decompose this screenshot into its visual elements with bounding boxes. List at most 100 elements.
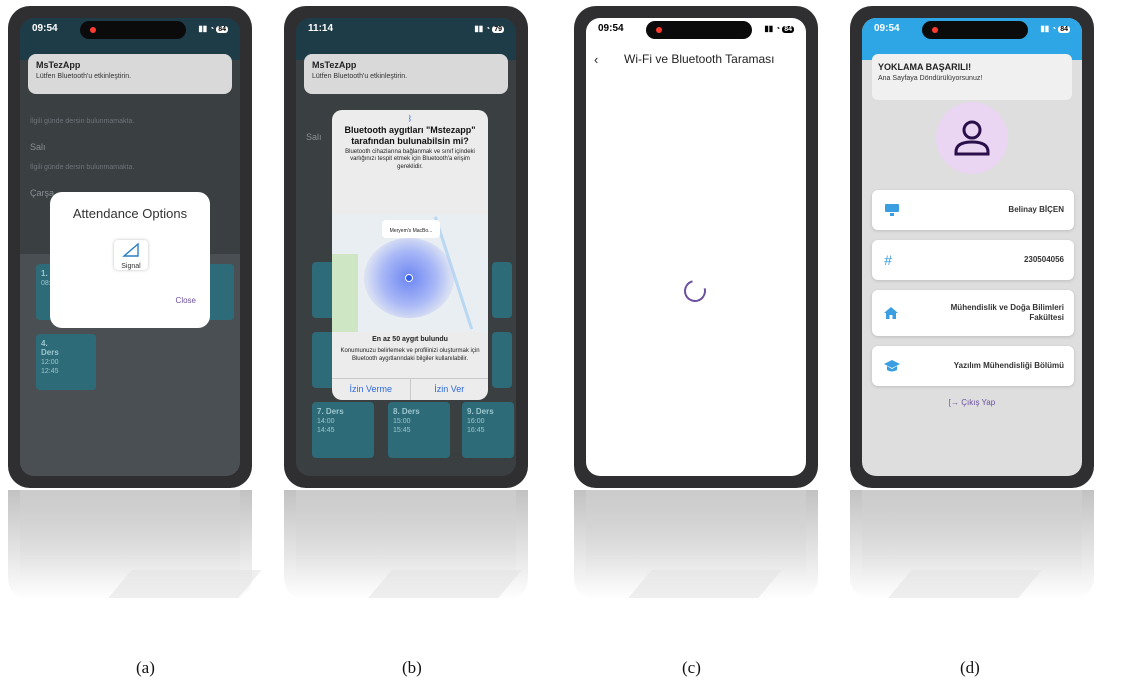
dialog-button-row: İzin Verme İzin Ver	[332, 378, 488, 400]
logout-button[interactable]: [→ Çıkış Yap	[862, 398, 1082, 407]
lesson-tile[interactable]	[492, 262, 512, 318]
phone-c-frame: 09:54 ▮▮ ◔ 84 ‹ Wi-Fi ve Bluetooth Tarama…	[574, 6, 818, 488]
battery-icon: 79	[492, 25, 504, 33]
signal-wifi-icon: ▮▮ ◔	[474, 23, 491, 33]
map-device-pin: Meryem's MacBo...	[382, 220, 440, 238]
empty-day-text: İlgili günde dersin bulunmamakta.	[30, 118, 135, 125]
phone-b-frame: 11:14 ▮▮ ◔ 79 MsTezApp Lütfen Bluetooth'u…	[284, 6, 528, 488]
status-icons: ▮▮ ◔ 84	[1040, 23, 1070, 34]
close-button[interactable]: Close	[176, 296, 196, 305]
signal-button[interactable]: Signal	[114, 240, 148, 270]
department-card: Yazılım Mühendisliği Bölümü	[872, 346, 1074, 386]
floor-watermark	[0, 560, 1122, 650]
hash-icon: #	[884, 252, 892, 268]
lesson-title: 8. Ders	[393, 407, 420, 416]
caption-d: (d)	[960, 658, 980, 677]
person-icon	[954, 120, 990, 156]
graduation-cap-icon	[884, 360, 900, 372]
lesson-end: 14:45	[317, 426, 335, 434]
lesson-tile[interactable]: 9. Ders 16:00 16:45	[462, 402, 514, 458]
dynamic-island	[646, 21, 752, 39]
lesson-end: 12:45	[41, 367, 59, 375]
status-icons: ▮▮ ◔ 79	[474, 23, 504, 34]
lesson-start: 16:00	[467, 418, 485, 425]
loading-spinner-icon	[679, 275, 711, 307]
lesson-tile[interactable]: 4. Ders 12:00 12:45	[36, 334, 96, 390]
lesson-tile[interactable]	[492, 332, 512, 388]
department-name: Yazılım Mühendisliği Bölümü	[953, 360, 1064, 370]
notification-title: MsTezApp	[36, 60, 81, 70]
bluetooth-permission-dialog: ᛒ Bluetooth aygıtları "Mstezapp" tarafın…	[332, 110, 488, 400]
battery-icon: 84	[782, 25, 794, 33]
device-location-map: Meryem's MacBo...	[332, 214, 488, 332]
lesson-title: 7. Ders	[317, 407, 344, 416]
id-card-icon	[885, 204, 899, 216]
lesson-start: 14:00	[317, 418, 335, 425]
status-icons: ▮▮ ◔ 84	[198, 23, 228, 34]
back-arrow-icon[interactable]: ‹	[594, 52, 598, 67]
allow-button[interactable]: İzin Ver	[411, 379, 489, 400]
lesson-title: 9. Ders	[467, 407, 494, 416]
empty-day-text: İlgili günde dersin bulunmamakta.	[30, 164, 135, 171]
name-card: Belinay BİÇEN	[872, 190, 1074, 230]
logout-icon: [→	[948, 398, 960, 407]
notification-banner[interactable]: MsTezApp Lütfen Bluetooth'u etkinleştiri…	[28, 54, 232, 94]
phone-b-screen: 11:14 ▮▮ ◔ 79 MsTezApp Lütfen Bluetooth'u…	[296, 18, 516, 476]
recording-dot-icon	[90, 27, 96, 33]
status-time: 09:54	[874, 22, 900, 34]
modal-title: Attendance Options	[72, 206, 188, 221]
lesson-start: 15:00	[393, 418, 411, 425]
signal-wifi-icon: ▮▮ ◔	[764, 23, 781, 33]
day-label-sali: Salı	[30, 142, 46, 152]
location-dot-icon	[405, 274, 413, 282]
lesson-tile[interactable]: 8. Ders 15:00 15:45	[388, 402, 450, 458]
phone-a-frame: 09:54 ▮▮ ◔ 84 MsTezApp Lütfen Bluetooth'u…	[8, 6, 252, 488]
signal-wifi-icon: ▮▮ ◔	[198, 23, 215, 33]
phone-c-screen: 09:54 ▮▮ ◔ 84 ‹ Wi-Fi ve Bluetooth Tarama…	[586, 18, 806, 476]
faculty-card: Mühendislik ve Doğa Bilimleri Fakültesi	[872, 290, 1074, 336]
dialog-title: Bluetooth aygıtları "Mstezapp" tarafında…	[344, 125, 476, 146]
status-bar: 11:14 ▮▮ ◔ 79	[296, 18, 516, 38]
notification-body: Lütfen Bluetooth'u etkinleştirin.	[36, 73, 132, 80]
notification-banner[interactable]: MsTezApp Lütfen Bluetooth'u etkinleştiri…	[304, 54, 508, 94]
phone-d-screen: 09:54 ▮▮ ◔ 84 YOKLAMA BAŞARILI! Ana Sayfa…	[862, 18, 1082, 476]
battery-icon: 84	[1058, 25, 1070, 33]
toast-title: YOKLAMA BAŞARILI!	[878, 62, 972, 72]
notification-body: Lütfen Bluetooth'u etkinleştirin.	[312, 73, 408, 80]
status-time: 09:54	[32, 22, 58, 34]
phone-a-screen: 09:54 ▮▮ ◔ 84 MsTezApp Lütfen Bluetooth'u…	[20, 18, 240, 476]
lesson-title: 4.	[41, 339, 48, 348]
bluetooth-icon: ᛒ	[407, 114, 413, 123]
notification-title: MsTezApp	[312, 60, 357, 70]
signal-label: Signal	[121, 263, 141, 270]
page-title: Wi-Fi ve Bluetooth Taraması	[624, 52, 775, 66]
avatar	[936, 102, 1008, 174]
dynamic-island	[922, 21, 1028, 39]
caption-c: (c)	[682, 658, 701, 677]
deny-button[interactable]: İzin Verme	[332, 379, 411, 400]
status-time: 11:14	[308, 22, 334, 34]
lesson-start: 12:00	[41, 359, 59, 366]
dynamic-island	[80, 21, 186, 39]
status-icons: ▮▮ ◔ 84	[764, 23, 794, 34]
student-number: 230504056	[1023, 254, 1064, 264]
dialog-description: Bluetooth cihazlarına bağlanmak ve sınıf…	[345, 148, 475, 170]
status-time: 09:54	[598, 22, 624, 34]
logout-label: Çıkış Yap	[961, 398, 996, 407]
lesson-subtitle: Ders	[41, 348, 59, 357]
toast-body: Ana Sayfaya Döndürülüyorsunuz!	[878, 75, 983, 82]
recording-dot-icon	[932, 27, 938, 33]
attendance-options-modal: Attendance Options Signal Close	[50, 192, 210, 328]
caption-a: (a)	[136, 658, 155, 677]
attendance-success-toast: YOKLAMA BAŞARILI! Ana Sayfaya Döndürülüy…	[872, 54, 1072, 100]
map-park-area	[332, 254, 358, 332]
signal-wifi-icon: ▮▮ ◔	[1040, 23, 1057, 33]
day-label-carsamba: Çarşa	[30, 188, 55, 198]
student-name: Belinay BİÇEN	[1008, 204, 1064, 214]
devices-found-description: Konumunuzu belirlemek ve profilinizi olu…	[340, 348, 480, 362]
student-number-card: # 230504056	[872, 240, 1074, 280]
phone-d-frame: 09:54 ▮▮ ◔ 84 YOKLAMA BAŞARILI! Ana Sayfa…	[850, 6, 1094, 488]
lesson-tile[interactable]: 7. Ders 14:00 14:45	[312, 402, 374, 458]
battery-icon: 84	[216, 25, 228, 33]
recording-dot-icon	[656, 27, 662, 33]
